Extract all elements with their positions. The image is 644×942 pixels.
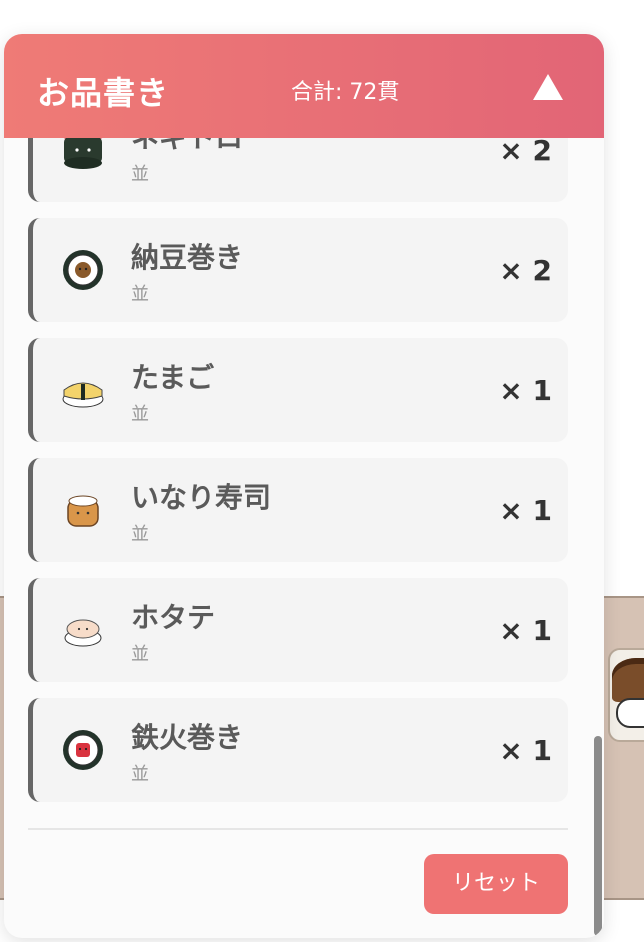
unagi-sushi-plate <box>608 648 644 742</box>
item-grade: 並 <box>131 644 149 665</box>
item-grade: 並 <box>131 284 149 305</box>
triangle-up-icon[interactable] <box>531 72 565 102</box>
unagi-topping <box>612 658 644 702</box>
item-quantity: × 1 <box>499 614 552 647</box>
item-name: ネギトロ <box>131 138 243 156</box>
footer-divider <box>28 828 568 830</box>
rice <box>616 698 644 728</box>
item-name: 納豆巻き <box>131 241 244 274</box>
item-name: いなり寿司 <box>131 481 272 514</box>
item-grade: 並 <box>131 404 149 425</box>
reset-button[interactable]: リセット <box>424 854 568 914</box>
natto-roll-icon <box>63 250 103 290</box>
item-quantity: × 2 <box>499 138 552 167</box>
item-grade: 並 <box>131 524 149 545</box>
order-item[interactable]: ホタテ 並 × 1 <box>28 578 568 682</box>
order-item[interactable]: 納豆巻き 並 × 2 <box>28 218 568 322</box>
panel-title: お品書き <box>37 74 170 112</box>
order-list[interactable]: ネギトロ 並 × 2 納豆巻き 並 × 2 たまご 並 × <box>4 138 604 818</box>
hotate-sushi-icon <box>64 619 102 647</box>
tamago-sushi-icon <box>62 382 104 408</box>
scroll-thumb[interactable] <box>594 736 602 936</box>
item-quantity: × 1 <box>499 734 552 767</box>
item-grade: 並 <box>131 764 149 785</box>
order-item[interactable]: ネギトロ 並 × 2 <box>28 138 568 202</box>
item-name: ホタテ <box>131 601 216 634</box>
tekka-roll-icon <box>63 730 103 770</box>
item-quantity: × 1 <box>499 494 552 527</box>
scrollbar[interactable] <box>592 138 604 938</box>
inari-sushi-icon <box>67 495 99 527</box>
order-total: 合計: 72貫 <box>291 80 400 105</box>
item-quantity: × 2 <box>499 254 552 287</box>
panel-header[interactable]: お品書き 合計: 72貫 <box>4 34 604 138</box>
order-panel: お品書き 合計: 72貫 ネギトロ 並 × 2 <box>4 34 604 938</box>
item-name: たまご <box>131 361 215 394</box>
item-quantity: × 1 <box>499 374 552 407</box>
order-item[interactable]: たまご 並 × 1 <box>28 338 568 442</box>
order-item[interactable]: いなり寿司 並 × 1 <box>28 458 568 562</box>
item-grade: 並 <box>131 164 149 185</box>
item-name: 鉄火巻き <box>131 721 244 754</box>
negitoro-gunkan-icon <box>64 138 102 169</box>
order-item[interactable]: 鉄火巻き 並 × 1 <box>28 698 568 802</box>
